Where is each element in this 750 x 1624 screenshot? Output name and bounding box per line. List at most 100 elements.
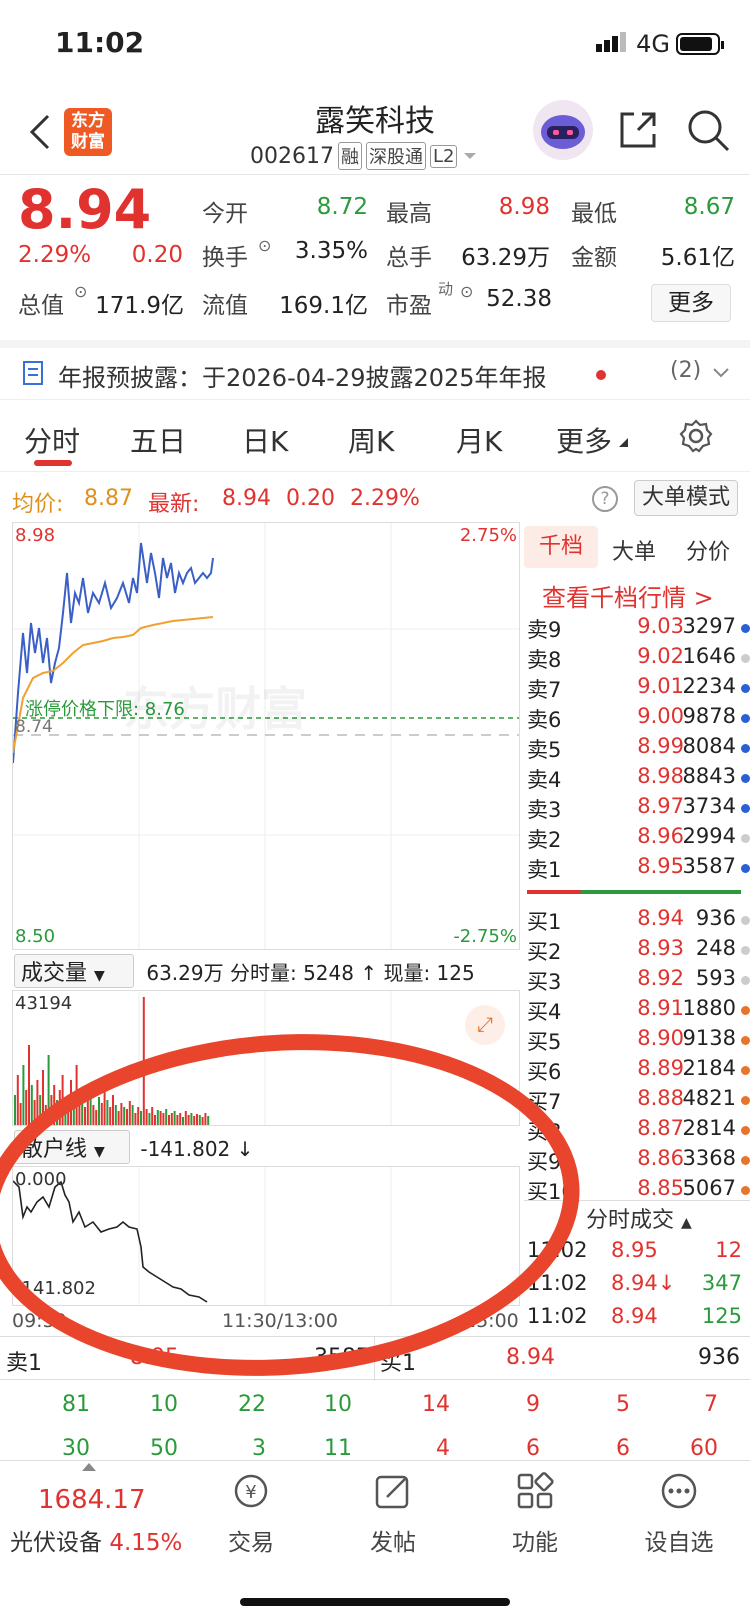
ask-qty: 2234 [682, 674, 736, 698]
ask-row[interactable]: 卖6 9.00 9878 [527, 704, 750, 734]
intraday-price-chart[interactable]: 8.98 2.75% 8.50 -2.75% 8.74 涨停价格下限: 8.76… [12, 522, 520, 950]
queue-qty: 10 [324, 1392, 352, 1417]
watermark: 东方财富 [123, 682, 307, 736]
pe-label: 市盈 [386, 293, 432, 319]
bid-qty: 2184 [682, 1056, 736, 1080]
volume-selector[interactable]: 成交量 ▼ [14, 954, 134, 988]
tab-more[interactable]: 更多 [556, 420, 612, 460]
bid-dot [741, 1066, 750, 1075]
avg-label: 均价: [12, 492, 64, 517]
notice-text: 年报预披露：于2026-04-29披露2025年年报 [58, 364, 547, 392]
volume-summary: 63.29万 分时量: 5248 ↑ 现量: 125 [146, 961, 475, 985]
ask-qty: 8843 [682, 764, 736, 788]
bid-row[interactable]: 买3 8.92 593 [527, 966, 750, 996]
tab-price-dist[interactable]: 分价 [686, 534, 730, 566]
bid-price: 8.93 [637, 936, 684, 960]
index-value[interactable]: 1684.17 [38, 1485, 146, 1515]
tag-l2: L2 [429, 144, 458, 168]
bid-dot [741, 946, 750, 955]
home-indicator[interactable] [240, 1598, 510, 1606]
tab-intraday[interactable]: 分时 [24, 420, 80, 460]
bid-price: 8.89 [637, 1056, 684, 1080]
index-name[interactable]: 光伏设备 4.15% [10, 1523, 182, 1557]
ask-row[interactable]: 卖5 8.99 8084 [527, 734, 750, 764]
bid-row[interactable]: 买1 8.94 936 [527, 906, 750, 936]
assistant-robot-icon[interactable] [533, 100, 593, 160]
tab-level-thousand[interactable]: 千档 [524, 526, 598, 568]
gear-icon[interactable] [678, 418, 714, 454]
ask-price: 9.00 [637, 704, 684, 728]
trade-price: 8.94 [611, 1304, 658, 1328]
trade-qty: 347 [701, 1271, 742, 1295]
high-value: 8.98 [498, 194, 550, 220]
ask-price: 8.98 [637, 764, 684, 788]
more-button[interactable]: 更多 [651, 284, 731, 322]
tag-margin: 融 [337, 142, 362, 170]
post-button[interactable]: 发帖 [358, 1471, 428, 1557]
ask-row[interactable]: 卖9 9.03 3297 [527, 614, 750, 644]
info-icon[interactable]: ⊙ [74, 282, 87, 301]
triangle-icon [619, 438, 628, 447]
ask-price: 8.99 [637, 734, 684, 758]
info-icon[interactable]: ⊙ [258, 236, 271, 255]
bid-row[interactable]: 买5 8.90 9138 [527, 1026, 750, 1056]
expand-icon[interactable]: ⤢ [465, 1005, 505, 1045]
tab-month-k[interactable]: 月K [456, 420, 502, 460]
latest-value: 8.94 [222, 486, 271, 511]
ask-row[interactable]: 卖3 8.97 3734 [527, 794, 750, 824]
bid-price: 8.94 [637, 906, 684, 930]
queue-qty: 6 [616, 1436, 630, 1461]
float-value: 169.1亿 [279, 293, 368, 319]
bid-row[interactable]: 买6 8.89 2184 [527, 1056, 750, 1086]
trades-title[interactable]: 分时成交 ▲ [586, 1202, 692, 1234]
bid-label: 买2 [527, 940, 562, 964]
ask-row[interactable]: 卖1 8.95 3587 [527, 854, 750, 884]
volume-value: 63.29万 [461, 245, 550, 271]
search-icon[interactable] [686, 108, 732, 154]
ask-dot [741, 654, 750, 663]
bid-qty: 936 [695, 906, 736, 930]
view-levels-link[interactable]: 查看千档行情 > [542, 578, 714, 613]
bid-row[interactable]: 买4 8.91 1880 [527, 996, 750, 1026]
bid-label: 买1 [527, 910, 562, 934]
ask-dot [741, 804, 750, 813]
bid-price: 8.91 [637, 996, 684, 1020]
share-icon[interactable] [616, 108, 660, 152]
function-button[interactable]: 功能 [500, 1471, 570, 1557]
ask-row[interactable]: 卖8 9.02 1646 [527, 644, 750, 674]
big-order-mode-button[interactable]: 大单模式 [634, 480, 738, 516]
volume-label: 总手 [386, 245, 432, 271]
ask-price: 8.95 [637, 854, 684, 878]
trade-button[interactable]: ¥ 交易 [216, 1471, 286, 1557]
ask-label: 卖3 [527, 798, 562, 822]
ask-row[interactable]: 卖4 8.98 8843 [527, 764, 750, 794]
ask-dot [741, 774, 750, 783]
bid-price: 8.92 [637, 966, 684, 990]
bid-row[interactable]: 买7 8.88 4821 [527, 1086, 750, 1116]
quote-panel: 8.94 2.29% 0.20 今开 8.72 最高 8.98 最低 8.67 … [0, 176, 750, 336]
bid-dot [741, 1006, 750, 1015]
tab-day-k[interactable]: 日K [242, 420, 288, 460]
queue-qty: 4 [436, 1436, 450, 1461]
tab-big-order[interactable]: 大单 [612, 534, 656, 566]
help-icon[interactable]: ? [592, 486, 618, 512]
ask-qty: 8084 [682, 734, 736, 758]
notice-dot [596, 370, 606, 380]
ask-row[interactable]: 卖2 8.96 2994 [527, 824, 750, 854]
ask-row[interactable]: 卖7 9.01 2234 [527, 674, 750, 704]
status-network: 4G [596, 30, 670, 58]
ask-label: 卖7 [527, 678, 562, 702]
ask-qty: 3297 [682, 614, 736, 638]
chevron-down-icon [464, 153, 477, 159]
tab-week-k[interactable]: 周K [348, 420, 394, 460]
add-watchlist-button[interactable]: 设自选 [636, 1471, 722, 1557]
stock-subtitle[interactable]: 002617 融 深股通 L2 [250, 142, 479, 170]
bid-row[interactable]: 买2 8.93 248 [527, 936, 750, 966]
bottom-buy-qty: 936 [698, 1345, 740, 1370]
bid-price: 8.88 [637, 1086, 684, 1110]
report-notice[interactable]: 年报预披露：于2026-04-29披露2025年年报 (2) [0, 340, 750, 400]
tab-five-day[interactable]: 五日 [130, 420, 186, 460]
queue-qty: 6 [526, 1436, 540, 1461]
chart-bottom-pct: -2.75% [453, 926, 517, 947]
status-time: 11:02 [55, 26, 145, 59]
